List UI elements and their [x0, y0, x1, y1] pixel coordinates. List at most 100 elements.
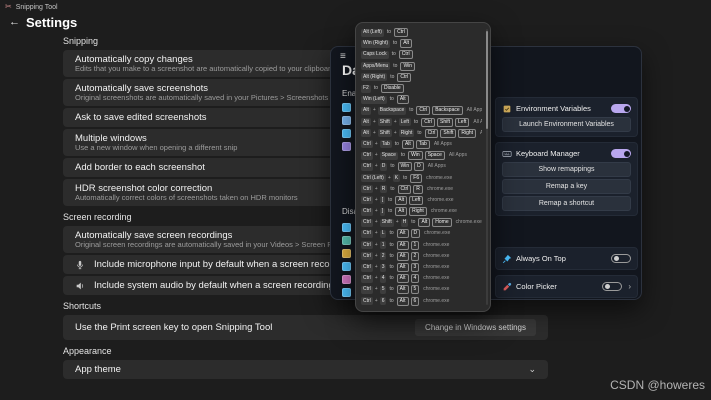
module-tile[interactable] — [342, 249, 351, 258]
remap-row: Alt (Left) to Ctrl — [361, 28, 482, 38]
module-card-header: Color Picker › — [502, 280, 631, 293]
to-label: to — [390, 185, 395, 192]
target-key-chip: Ctrl — [416, 106, 431, 116]
module-toggle[interactable] — [611, 104, 631, 113]
target-key-chip: Ctrl — [397, 184, 412, 194]
microphone-icon — [75, 259, 86, 270]
plus-separator: + — [393, 129, 397, 136]
source-key-chip: D — [379, 162, 388, 171]
hamburger-menu-icon[interactable]: ≡ — [340, 51, 346, 62]
module-action-button[interactable]: Remap a shortcut — [502, 196, 631, 211]
to-label: to — [394, 140, 399, 147]
module-tile[interactable] — [342, 142, 351, 151]
plus-separator: + — [374, 286, 378, 293]
target-key-chip: Home — [432, 218, 452, 228]
target-key-chip: Ctrl — [394, 28, 408, 38]
settings-card-title: App theme — [75, 364, 121, 375]
target-key-chip: Disable — [381, 84, 404, 94]
target-key-chip: Shift — [437, 117, 454, 127]
settings-card[interactable]: Use the Print screen key to open Snippin… — [63, 315, 548, 340]
plus-separator: + — [374, 297, 378, 304]
settings-card[interactable]: App theme ⌄ — [63, 360, 548, 379]
target-key-chip: Alt — [396, 285, 409, 295]
remap-row: Ctrl +1 to Alt 1 chrome.exe — [361, 240, 482, 250]
module-card: Color Picker › — [495, 275, 638, 298]
module-toggle[interactable] — [602, 282, 623, 291]
module-tile[interactable] — [342, 223, 351, 232]
target-key-chip: Ctrl — [424, 128, 439, 138]
plus-separator: + — [372, 118, 376, 125]
source-key-chip: Ctrl — [361, 218, 373, 227]
target-key-chip: Alt — [396, 274, 409, 284]
source-key-chip: Ctrl — [361, 252, 373, 261]
eyedropper-icon — [502, 282, 512, 292]
source-key-chip: Tab — [379, 140, 392, 149]
module-tile[interactable] — [342, 116, 351, 125]
source-key-chip: Space — [379, 151, 398, 160]
source-key-chip: Win (Right) — [361, 39, 391, 48]
source-key-chip: Ctrl — [361, 285, 373, 294]
to-label: to — [393, 62, 398, 69]
app-scope-label: chrome.exe — [423, 297, 450, 304]
module-action-button[interactable]: Remap a key — [502, 179, 631, 194]
titlebar: ✂ Snipping Tool — [0, 0, 58, 14]
section-label: Appearance — [63, 346, 112, 356]
scrollbar[interactable] — [486, 29, 488, 305]
target-key-chip: Alt — [396, 251, 409, 261]
source-key-chip: Ctrl — [361, 207, 373, 216]
remap-row: Ctrl +3 to Alt 3 chrome.exe — [361, 263, 482, 273]
remap-row: F2 to Disable — [361, 84, 482, 94]
to-label: to — [391, 51, 396, 58]
remap-flyout: Alt (Left) to Ctrl Win (Right) to Alt Caps Loc… — [355, 22, 491, 312]
target-key-chip: Tab — [415, 139, 430, 149]
back-button[interactable]: ← — [9, 16, 20, 28]
remap-row: Ctrl +4 to Alt 4 chrome.exe — [361, 274, 482, 284]
remap-row: Alt+BackspacetoCtrlBackspaceAll Apps — [361, 106, 482, 116]
source-key-chip: Caps Lock — [361, 50, 389, 59]
to-label: to — [390, 73, 395, 80]
plus-separator: + — [372, 107, 376, 114]
to-label: to — [389, 264, 394, 271]
to-label: to — [386, 29, 392, 36]
module-tile[interactable] — [342, 129, 351, 138]
module-action-button[interactable]: Show remappings — [502, 162, 631, 177]
to-label: to — [390, 163, 395, 170]
module-card-title: Color Picker — [516, 282, 557, 291]
source-key-chip: Alt (Left) — [361, 28, 384, 37]
to-label: to — [409, 107, 414, 114]
to-label: to — [389, 275, 394, 282]
source-key-chip: Win (Left) — [361, 95, 387, 104]
enabled-modules-list — [342, 103, 351, 151]
target-key-chip: Left — [409, 195, 424, 205]
module-tile[interactable] — [342, 262, 351, 271]
source-key-chip: Backspace — [377, 106, 407, 115]
module-tile[interactable] — [342, 103, 351, 112]
remap-row: Apps/Menu to Win — [361, 61, 482, 71]
target-key-chip: F6 — [410, 173, 423, 183]
target-key-chip: Space — [424, 151, 445, 161]
target-key-chip: Alt — [395, 207, 408, 217]
plus-separator: + — [374, 140, 378, 147]
module-card: Environment Variables Launch Environment … — [495, 97, 638, 137]
module-toggle[interactable] — [611, 149, 631, 158]
source-key-chip: Ctrl — [361, 151, 373, 160]
source-key-chip: 6 — [379, 297, 387, 306]
module-action-button[interactable]: Launch Environment Variables — [502, 117, 631, 132]
source-key-chip: K — [392, 174, 401, 183]
keyboard-icon — [502, 149, 512, 159]
module-tile[interactable] — [342, 288, 351, 297]
app-scope-label: chrome.exe — [423, 252, 450, 259]
target-key-chip: Win — [408, 151, 423, 161]
plus-separator: + — [395, 219, 399, 226]
plus-separator: + — [374, 208, 378, 215]
remap-row: Caps Lock to Ctrl — [361, 50, 482, 60]
module-toggle[interactable] — [611, 254, 631, 263]
module-tile[interactable] — [342, 236, 351, 245]
change-in-windows-settings-button[interactable]: Change in Windows settings — [415, 319, 536, 336]
plus-separator: + — [374, 196, 378, 203]
plus-separator: + — [374, 264, 378, 271]
module-card: Keyboard Manager Show remappings Remap a k… — [495, 142, 638, 216]
scrollbar-thumb[interactable] — [486, 31, 488, 129]
module-tile[interactable] — [342, 275, 351, 284]
remap-row: Ctrl +2 to Alt 2 chrome.exe — [361, 251, 482, 261]
